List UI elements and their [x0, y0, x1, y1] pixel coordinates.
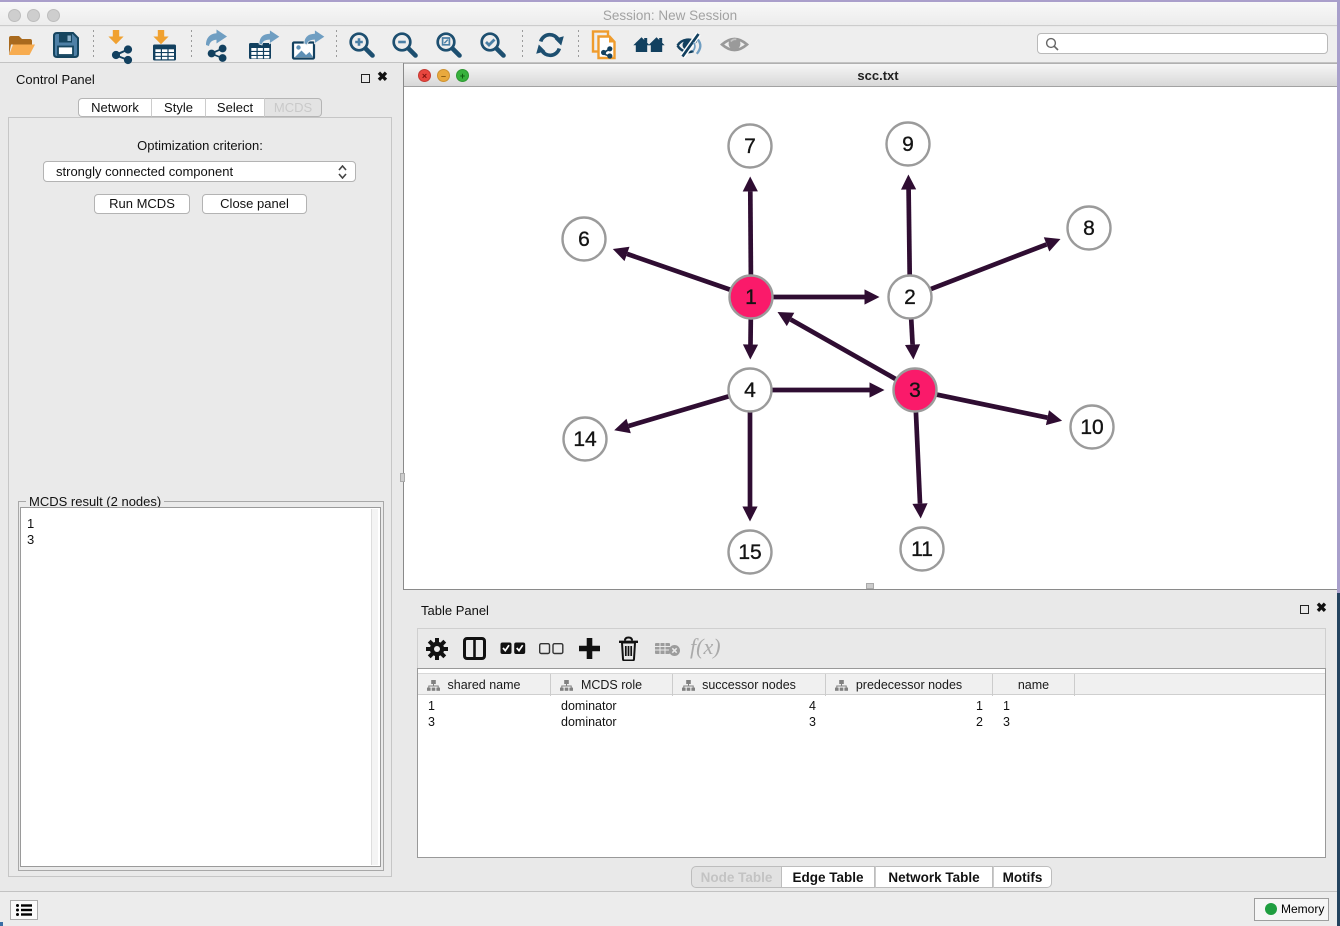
svg-text:14: 14: [573, 428, 597, 451]
svg-text:2: 2: [904, 286, 916, 309]
svg-text:10: 10: [1080, 416, 1103, 439]
svg-text:4: 4: [744, 379, 756, 402]
svg-text:1: 1: [745, 286, 757, 309]
svg-text:9: 9: [902, 133, 914, 156]
svg-text:3: 3: [909, 379, 921, 402]
svg-text:11: 11: [911, 538, 933, 561]
svg-text:8: 8: [1083, 217, 1095, 240]
svg-text:15: 15: [738, 541, 761, 564]
svg-text:7: 7: [744, 135, 756, 158]
svg-text:6: 6: [578, 228, 590, 251]
